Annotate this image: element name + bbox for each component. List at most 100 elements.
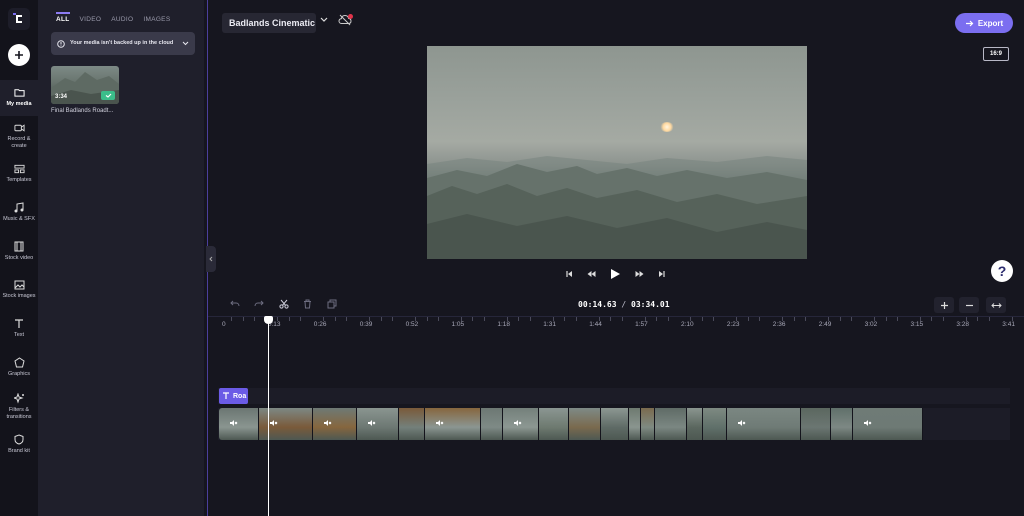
- ruler-tick: [346, 317, 348, 321]
- notice-text: Your media isn't backed up in the cloud: [70, 40, 174, 46]
- video-clip[interactable]: [481, 408, 503, 440]
- video-preview[interactable]: [427, 46, 807, 259]
- nav-item-brand-kit[interactable]: Brand kit: [0, 434, 38, 455]
- mute-icon[interactable]: [513, 419, 522, 427]
- mute-icon[interactable]: [737, 419, 746, 427]
- zoom-in-button[interactable]: [934, 297, 954, 313]
- ruler-tick: [828, 317, 830, 321]
- ruler-tick: [839, 317, 841, 321]
- tab-audio[interactable]: AUDIO: [111, 16, 133, 26]
- video-track[interactable]: [219, 408, 960, 440]
- video-clip[interactable]: [425, 408, 481, 440]
- video-clip[interactable]: [357, 408, 399, 440]
- tab-images[interactable]: IMAGES: [143, 16, 170, 26]
- media-duration: 3:34: [55, 94, 68, 100]
- playhead[interactable]: [268, 316, 269, 516]
- nav-item-graphics[interactable]: Graphics: [0, 357, 38, 378]
- video-clip[interactable]: [219, 408, 259, 440]
- play-icon[interactable]: [610, 268, 621, 280]
- ruler-label: 3:02: [864, 321, 878, 328]
- fast-forward-icon[interactable]: [635, 270, 644, 278]
- media-thumbnail[interactable]: 3:34: [51, 66, 119, 104]
- video-clip[interactable]: [727, 408, 801, 440]
- video-clip[interactable]: [539, 408, 569, 440]
- help-button[interactable]: ?: [991, 260, 1013, 282]
- zoom-out-button[interactable]: [959, 297, 979, 313]
- playhead-handle[interactable]: [264, 316, 273, 324]
- rewind-icon[interactable]: [587, 270, 596, 278]
- preview-frame: [427, 156, 807, 259]
- ruler-tick: [438, 317, 440, 321]
- mute-icon[interactable]: [269, 419, 278, 427]
- nav-label: Music & SFX: [3, 216, 35, 222]
- nav-item-music-sfx[interactable]: Music & SFX: [0, 202, 38, 223]
- aspect-ratio-button[interactable]: 16:9: [983, 47, 1009, 61]
- video-clip[interactable]: [569, 408, 601, 440]
- mute-icon[interactable]: [367, 419, 376, 427]
- backup-notice[interactable]: Your media isn't backed up in the cloud: [51, 32, 195, 55]
- video-clip[interactable]: [655, 408, 687, 440]
- undo-icon[interactable]: [230, 300, 240, 308]
- project-title[interactable]: Badlands Cinematic: [222, 13, 316, 33]
- ruler-tick: [254, 317, 256, 321]
- redo-icon[interactable]: [254, 300, 264, 308]
- video-clip[interactable]: [399, 408, 425, 440]
- nav-item-stock-images[interactable]: Stock images: [0, 280, 38, 300]
- ruler-tick: [667, 317, 669, 321]
- text-clip[interactable]: Roa: [219, 388, 248, 404]
- video-clip[interactable]: [703, 408, 727, 440]
- timeline-ruler[interactable]: 0 0:13 0:26 0:39 0:52 1:05 1:18 1:31 1:44 1:57 2:1…: [208, 316, 1024, 330]
- ruler-tick: [965, 317, 967, 321]
- nav-item-filters-transitions[interactable]: Filters & transitions: [0, 393, 38, 420]
- timecode: 00:14.63 / 03:34.01: [578, 300, 670, 309]
- trash-icon[interactable]: [303, 299, 312, 309]
- nav-item-stock-video[interactable]: Stock video: [0, 241, 38, 262]
- ruler-tick: [518, 317, 520, 321]
- ruler-tick: [277, 317, 279, 321]
- ruler-label: 1:18: [497, 321, 511, 328]
- collapse-panel-button[interactable]: [206, 246, 216, 272]
- nav-item-my-media[interactable]: My media: [0, 80, 38, 116]
- zoom-fit-button[interactable]: [986, 297, 1006, 313]
- video-clip[interactable]: [601, 408, 629, 440]
- ruler-tick: [621, 317, 623, 321]
- ruler-tick: [747, 317, 749, 321]
- video-clip[interactable]: [313, 408, 357, 440]
- video-clip[interactable]: [687, 408, 703, 440]
- duplicate-icon[interactable]: [327, 299, 337, 309]
- video-clip[interactable]: [503, 408, 539, 440]
- chevron-down-icon[interactable]: [320, 17, 328, 23]
- ruler-tick: [713, 317, 715, 321]
- text-track[interactable]: [218, 388, 1010, 404]
- ruler-tick: [483, 317, 485, 321]
- shield-icon: [14, 434, 24, 445]
- skip-forward-icon[interactable]: [658, 270, 665, 278]
- export-button[interactable]: Export: [955, 13, 1013, 33]
- video-clip[interactable]: [853, 408, 923, 440]
- app-logo[interactable]: [8, 8, 30, 30]
- tab-video[interactable]: VIDEO: [80, 16, 102, 26]
- nav-label: Brand kit: [8, 448, 30, 454]
- nav-item-templates[interactable]: Templates: [0, 164, 38, 184]
- nav-item-text[interactable]: Text: [0, 319, 38, 339]
- ruler-tick: [529, 317, 531, 321]
- mute-icon[interactable]: [435, 419, 444, 427]
- video-clip[interactable]: [831, 408, 853, 440]
- tab-all[interactable]: ALL: [56, 12, 70, 26]
- mute-icon[interactable]: [229, 419, 238, 427]
- mute-icon[interactable]: [323, 419, 332, 427]
- ruler-tick: [919, 317, 921, 321]
- add-button[interactable]: [8, 44, 30, 66]
- nav-item-record-create[interactable]: Record & create: [0, 123, 38, 149]
- video-clip[interactable]: [641, 408, 655, 440]
- video-clip[interactable]: [801, 408, 831, 440]
- mute-icon[interactable]: [863, 419, 872, 427]
- ruler-tick: [805, 317, 807, 321]
- ruler-tick: [851, 317, 853, 321]
- skip-back-icon[interactable]: [566, 270, 573, 278]
- ruler-tick: [1011, 317, 1013, 321]
- scissors-icon[interactable]: [279, 299, 289, 309]
- video-clip[interactable]: [629, 408, 641, 440]
- ruler-tick: [334, 317, 336, 321]
- ruler-label: 2:23: [726, 321, 740, 328]
